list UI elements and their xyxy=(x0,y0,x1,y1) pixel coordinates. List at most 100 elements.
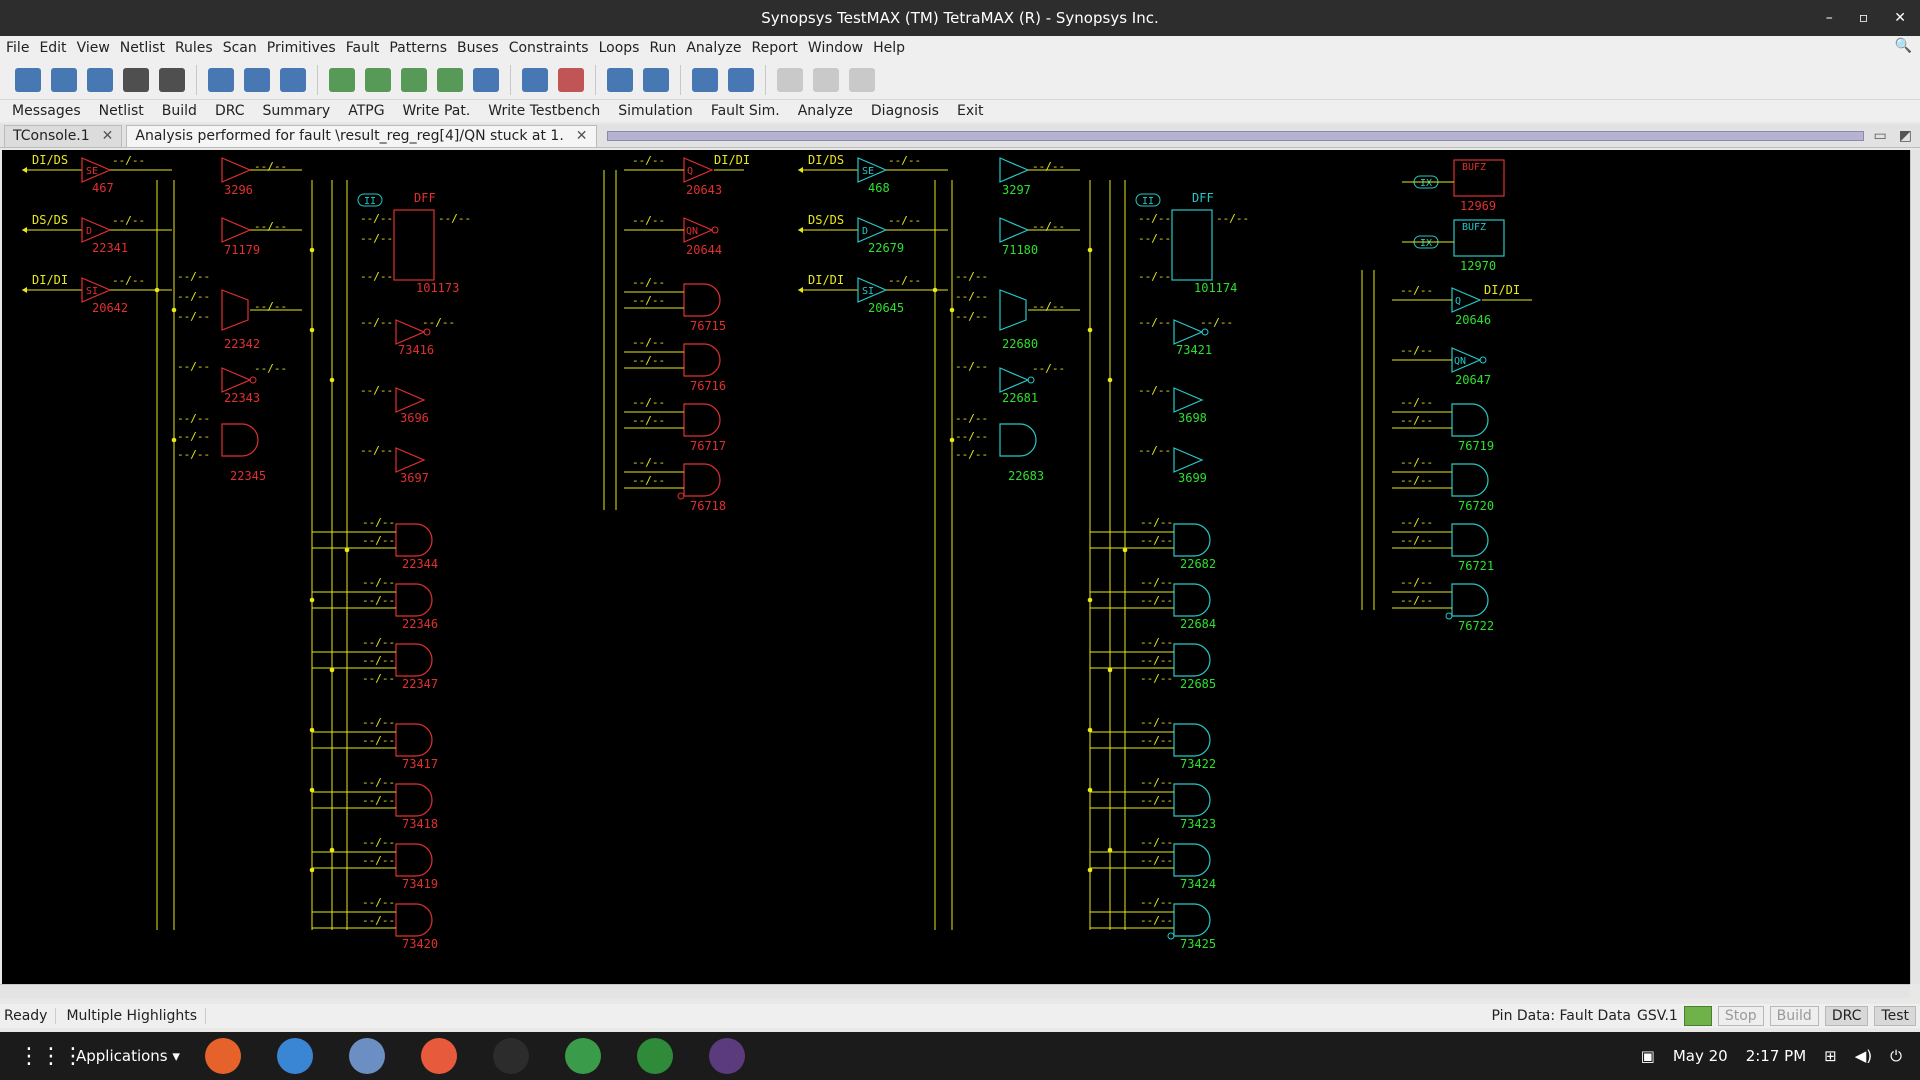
trace-icon[interactable] xyxy=(553,64,589,96)
power-icon[interactable]: ⏻ xyxy=(1890,1047,1902,1065)
cmd-build[interactable]: Build xyxy=(162,103,197,119)
tetramax-icon[interactable] xyxy=(698,1032,756,1080)
close-icon[interactable]: ✕ xyxy=(1894,10,1906,26)
red-buf-mid-id: 71179 xyxy=(224,243,260,257)
cyan-and-col-0 xyxy=(1173,523,1211,557)
menu-buses[interactable]: Buses xyxy=(457,40,507,56)
cmd-messages[interactable]: Messages xyxy=(12,103,81,119)
menu-constraints[interactable]: Constraints xyxy=(509,40,597,56)
cmd-fault-sim[interactable]: Fault Sim. xyxy=(711,103,780,119)
find-icon[interactable] xyxy=(687,64,723,96)
refresh-icon[interactable] xyxy=(517,64,553,96)
menu-run[interactable]: Run xyxy=(649,40,684,56)
cmd-netlist[interactable]: Netlist xyxy=(99,103,144,119)
volume-icon[interactable]: ◀) xyxy=(1855,1047,1872,1065)
cmd-exit[interactable]: Exit xyxy=(957,103,984,119)
wire-junction xyxy=(1107,667,1113,673)
print-icon[interactable] xyxy=(82,64,118,96)
pin-value-label: --/-- xyxy=(177,270,210,283)
firefox-icon[interactable] xyxy=(194,1032,252,1080)
menu-rules[interactable]: Rules xyxy=(175,40,221,56)
files-icon[interactable] xyxy=(338,1032,396,1080)
menu-analyze[interactable]: Analyze xyxy=(686,40,749,56)
horizontal-scrollbar[interactable] xyxy=(0,984,1910,998)
red-and-right-1 xyxy=(683,343,721,377)
menu-primitives[interactable]: Primitives xyxy=(267,40,344,56)
disabled-c-icon[interactable] xyxy=(844,64,880,96)
red-and-col-0 xyxy=(395,523,433,557)
app-grid-icon[interactable]: ⋮⋮⋮ xyxy=(18,1044,84,1069)
close-icon[interactable]: ✕ xyxy=(576,128,588,144)
restore-pane-icon[interactable]: ▭ xyxy=(1874,128,1887,144)
cmd-write-testbench[interactable]: Write Testbench xyxy=(488,103,600,119)
remove-gate-icon[interactable] xyxy=(638,64,674,96)
gate-icon[interactable] xyxy=(203,64,239,96)
tab-analysis[interactable]: Analysis performed for fault \result_reg… xyxy=(126,124,597,147)
open-icon[interactable] xyxy=(10,64,46,96)
disabled-a-icon[interactable] xyxy=(772,64,808,96)
menu-view[interactable]: View xyxy=(77,40,118,56)
pin-value-label: --/-- xyxy=(1140,854,1173,867)
cmd-diagnosis[interactable]: Diagnosis xyxy=(871,103,939,119)
drc-button[interactable]: DRC xyxy=(1824,1006,1869,1026)
disabled-b-icon[interactable] xyxy=(808,64,844,96)
cmd-write-pat[interactable]: Write Pat. xyxy=(403,103,471,119)
menu-file[interactable]: File xyxy=(6,40,37,56)
bus-icon[interactable] xyxy=(239,64,275,96)
menu-scan[interactable]: Scan xyxy=(223,40,265,56)
pin-value-label: --/-- xyxy=(632,294,665,307)
display-icon[interactable]: ▣ xyxy=(1641,1047,1655,1065)
test-button[interactable]: Test xyxy=(1874,1006,1916,1026)
wire-junction xyxy=(1122,547,1128,553)
zoom-full-icon[interactable] xyxy=(396,64,432,96)
minimize-icon[interactable]: – xyxy=(1826,10,1833,26)
font-down-icon[interactable] xyxy=(154,64,190,96)
cmd-atpg[interactable]: ATPG xyxy=(348,103,384,119)
menu-loops[interactable]: Loops xyxy=(599,40,648,56)
tab-console[interactable]: TConsole.1 ✕ xyxy=(4,124,123,147)
build-button[interactable]: Build xyxy=(1769,1006,1819,1026)
menu-netlist[interactable]: Netlist xyxy=(120,40,173,56)
vim-icon[interactable] xyxy=(626,1032,684,1080)
print-schematic-icon[interactable] xyxy=(723,64,759,96)
zoom-out-icon[interactable] xyxy=(360,64,396,96)
zoom-area-icon[interactable] xyxy=(468,64,504,96)
chrome-icon[interactable] xyxy=(554,1032,612,1080)
menu-fault[interactable]: Fault xyxy=(346,40,388,56)
cmd-summary[interactable]: Summary xyxy=(263,103,331,119)
waveform-icon[interactable] xyxy=(275,64,311,96)
schematic-svg[interactable]: DI/DSSE467--/--DS/DSD22341--/--DI/DISI20… xyxy=(2,150,1910,984)
network-icon[interactable]: ⊞ xyxy=(1824,1047,1837,1065)
stop-button[interactable]: Stop xyxy=(1717,1006,1764,1026)
maximize-icon[interactable]: ▫ xyxy=(1859,10,1869,26)
vertical-scrollbar[interactable] xyxy=(1910,150,1920,984)
pin-value-label: --/-- xyxy=(632,414,665,427)
cyan-inv-id: 22681 xyxy=(1002,391,1038,405)
menu-patterns[interactable]: Patterns xyxy=(389,40,455,56)
left-input-1-label: DS/DS xyxy=(32,213,68,227)
red-and-col-1-id: 22346 xyxy=(402,617,438,631)
software-icon[interactable] xyxy=(266,1032,324,1080)
close-pane-icon[interactable]: ◩ xyxy=(1899,128,1912,144)
font-up-icon[interactable] xyxy=(118,64,154,96)
wire-junction xyxy=(309,597,315,603)
menu-window[interactable]: Window xyxy=(808,40,871,56)
cmd-simulation[interactable]: Simulation xyxy=(618,103,693,119)
schematic-canvas[interactable]: DI/DS SE 467 --/-- DS/DS D 22341 --/-- DI/DI SI 20… xyxy=(2,150,1910,984)
menu-edit[interactable]: Edit xyxy=(39,40,74,56)
cyan-dff xyxy=(1171,209,1213,281)
add-gate-icon[interactable] xyxy=(602,64,638,96)
cmd-analyze[interactable]: Analyze xyxy=(798,103,853,119)
menu-help[interactable]: Help xyxy=(873,40,913,56)
cmd-drc[interactable]: DRC xyxy=(215,103,245,119)
save-icon[interactable] xyxy=(46,64,82,96)
terminal-icon[interactable] xyxy=(482,1032,540,1080)
cyan-and-col-2 xyxy=(1173,643,1211,677)
zoom-in-icon[interactable] xyxy=(324,64,360,96)
search-icon[interactable]: 🔍 xyxy=(1895,38,1912,54)
applications-menu[interactable]: Applications ▾ xyxy=(76,1047,180,1065)
zoom-fit-icon[interactable] xyxy=(432,64,468,96)
menu-report[interactable]: Report xyxy=(751,40,805,56)
close-icon[interactable]: ✕ xyxy=(102,128,114,144)
help-icon[interactable] xyxy=(410,1032,468,1080)
